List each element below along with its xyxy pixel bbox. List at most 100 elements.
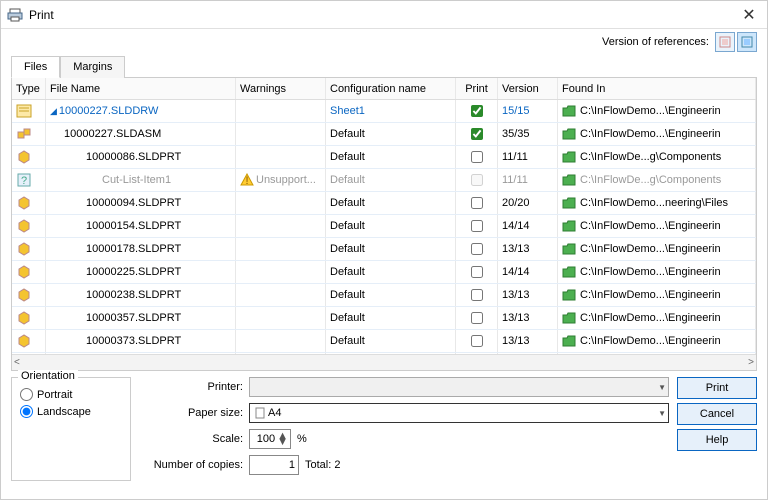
folder-icon [562, 242, 576, 256]
warning-cell [236, 192, 326, 214]
copies-total: Total: 2 [305, 459, 340, 471]
radio-portrait-input[interactable] [20, 388, 33, 401]
ref-mode-a-button[interactable] [715, 32, 735, 52]
print-checkbox[interactable] [471, 266, 483, 278]
printer-icon [7, 7, 23, 23]
table-row[interactable]: 10000227.SLDASMDefault35/35C:\InFlowDemo… [12, 123, 756, 146]
warning-cell [236, 215, 326, 237]
scroll-left-icon[interactable]: < [14, 357, 20, 368]
warning-cell [236, 307, 326, 329]
filename-cell: 10000086.SLDPRT [46, 146, 236, 168]
collapse-icon[interactable]: ◢ [50, 106, 57, 116]
type-cell [12, 261, 46, 283]
config-cell: Default [326, 215, 456, 237]
print-cell [456, 215, 498, 237]
print-checkbox[interactable] [471, 220, 483, 232]
table-row[interactable]: 10000154.SLDPRTDefault14/14C:\InFlowDemo… [12, 215, 756, 238]
print-checkbox[interactable] [471, 312, 483, 324]
folder-icon [562, 150, 576, 164]
col-file-name[interactable]: File Name [46, 78, 236, 99]
table-row[interactable]: 10000094.SLDPRTDefault20/20C:\InFlowDemo… [12, 192, 756, 215]
print-checkbox[interactable] [471, 243, 483, 255]
drawing-icon [16, 103, 32, 119]
print-checkbox[interactable] [471, 289, 483, 301]
print-checkbox[interactable] [471, 151, 483, 163]
type-cell [12, 330, 46, 352]
part-icon [16, 241, 32, 257]
print-button[interactable]: Print [677, 377, 757, 399]
warning-cell [236, 330, 326, 352]
copies-input[interactable] [249, 455, 299, 475]
filename-cell: 10000094.SLDPRT [46, 192, 236, 214]
print-checkbox[interactable] [471, 105, 483, 117]
print-checkbox [471, 174, 483, 186]
h-scrollbar[interactable]: <> [12, 354, 756, 370]
table-row[interactable]: 10000225.SLDPRT Default 14/14C:\InFlowDemo… [12, 261, 756, 284]
scale-input[interactable]: 100▲▼ [249, 429, 291, 449]
print-cell [456, 192, 498, 214]
filename-cell: 10000225.SLDPRT [46, 261, 236, 283]
print-cell [456, 100, 498, 122]
print-cell [456, 284, 498, 306]
table-row[interactable]: ?Cut-List-Item1!Unsupport...Default11/11… [12, 169, 756, 192]
col-print[interactable]: Print [456, 78, 498, 99]
chevron-down-icon: ▼ [658, 409, 666, 418]
version-cell: 14/14 [498, 261, 558, 283]
filename-cell: 10000178.SLDPRT [46, 238, 236, 260]
radio-landscape-input[interactable] [20, 405, 33, 418]
tab-files[interactable]: Files [11, 56, 60, 78]
radio-landscape[interactable]: Landscape [20, 405, 122, 418]
version-cell: 11/11 [498, 146, 558, 168]
config-cell: Default [326, 261, 456, 283]
filename-cell: 10000227.SLDASM [46, 123, 236, 145]
warning-cell [236, 284, 326, 306]
page-icon [254, 407, 266, 419]
unk-icon: ? [16, 172, 32, 188]
col-warnings[interactable]: Warnings [236, 78, 326, 99]
print-checkbox[interactable] [471, 197, 483, 209]
col-found[interactable]: Found In [558, 78, 756, 99]
svg-text:?: ? [21, 175, 27, 187]
folder-icon [562, 219, 576, 233]
version-cell: 14/14 [498, 215, 558, 237]
radio-portrait[interactable]: Portrait [20, 388, 122, 401]
spinner-arrows-icon[interactable]: ▲▼ [277, 433, 288, 445]
print-checkbox[interactable] [471, 128, 483, 140]
asm-icon [16, 126, 32, 142]
version-cell: 13/13 [498, 307, 558, 329]
paper-size-label: Paper size: [139, 407, 249, 419]
print-checkbox[interactable] [471, 335, 483, 347]
table-row[interactable]: ◢10000227.SLDDRWSheet115/15C:\InFlowDemo… [12, 100, 756, 123]
table-row[interactable]: 10000178.SLDPRTDefault13/13C:\InFlowDemo… [12, 238, 756, 261]
found-cell: C:\InFlowDemo...\Engineerin [558, 261, 756, 283]
warning-cell [236, 261, 326, 283]
window-title: Print [29, 8, 737, 22]
table-row[interactable]: 10000086.SLDPRTDefault11/11C:\InFlowDe..… [12, 146, 756, 169]
filename-cell: Cut-List-Item1 [46, 169, 236, 191]
print-cell [456, 261, 498, 283]
close-icon[interactable]: ✕ [737, 5, 761, 25]
config-cell: Default [326, 330, 456, 352]
found-cell: C:\InFlowDemo...neering\Files [558, 192, 756, 214]
config-cell: Default [326, 284, 456, 306]
tab-margins[interactable]: Margins [60, 56, 125, 78]
config-cell: Default [326, 146, 456, 168]
table-row[interactable]: 10000373.SLDPRTDefault13/13C:\InFlowDemo… [12, 330, 756, 353]
ref-mode-b-button[interactable] [737, 32, 757, 52]
folder-icon [562, 311, 576, 325]
cancel-button[interactable]: Cancel [677, 403, 757, 425]
col-config[interactable]: Configuration name [326, 78, 456, 99]
printer-combo[interactable]: ▼ [249, 377, 669, 397]
help-button[interactable]: Help [677, 429, 757, 451]
type-cell [12, 238, 46, 260]
col-type[interactable]: Type [12, 78, 46, 99]
table-row[interactable]: 10000357.SLDPRTDefault13/13C:\InFlowDemo… [12, 307, 756, 330]
col-version[interactable]: Version [498, 78, 558, 99]
paper-size-combo[interactable]: A4▼ [249, 403, 669, 423]
part-icon [16, 333, 32, 349]
table-body[interactable]: ◢10000227.SLDDRWSheet115/15C:\InFlowDemo… [12, 100, 756, 354]
table-row[interactable]: 10000238.SLDPRTDefault13/13C:\InFlowDemo… [12, 284, 756, 307]
found-cell: C:\InFlowDemo...\Engineerin [558, 238, 756, 260]
button-column: Print Cancel Help [677, 377, 757, 481]
scroll-right-icon[interactable]: > [748, 357, 754, 368]
